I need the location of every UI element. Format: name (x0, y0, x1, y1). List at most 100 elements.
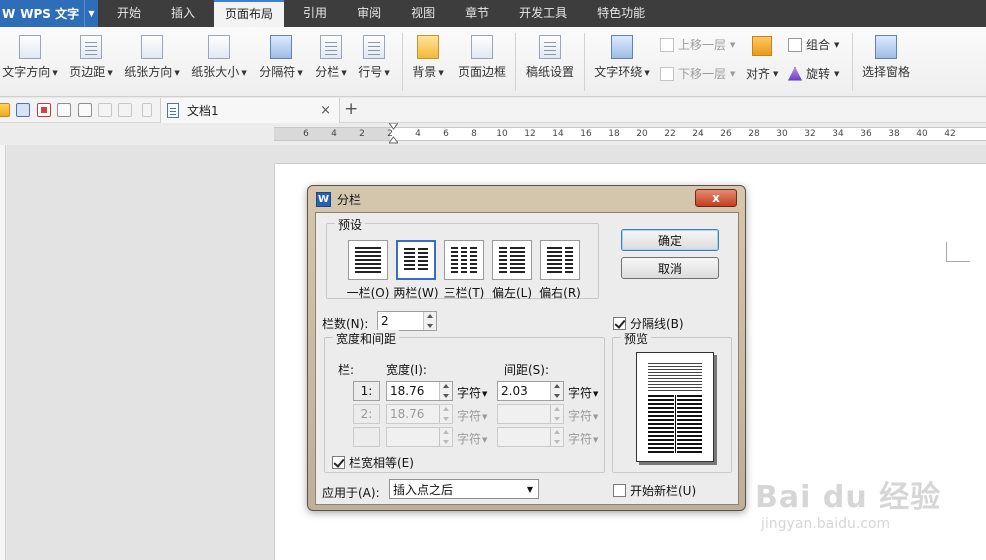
paper-size-button[interactable]: 纸张大小 ▼ (188, 35, 250, 80)
save-icon[interactable] (16, 103, 30, 117)
group-button[interactable]: 组合 ▼ (788, 36, 839, 53)
customize-toolbar-icon[interactable] (142, 103, 152, 117)
column-width-1[interactable]: 18.76 (386, 381, 453, 401)
start-new-column-checkbox[interactable]: 开始新栏(U) (613, 482, 696, 499)
wps-logo-icon: W (316, 191, 331, 207)
apply-to-label: 应用于(A): (322, 486, 380, 500)
print-preview-icon[interactable] (78, 103, 92, 117)
preset-right[interactable] (540, 240, 580, 280)
rotate-icon (788, 66, 802, 81)
text-direction-icon (19, 35, 41, 59)
align-icon (752, 36, 772, 56)
column-count-stepper[interactable]: 2 (377, 311, 437, 331)
close-button[interactable]: x (695, 189, 737, 207)
width-spacing-label: 宽度和间距 (333, 330, 400, 347)
ruler-tick-label: 4 (331, 129, 337, 139)
chevron-down-icon[interactable]: ▼ (522, 480, 538, 498)
spacing-header: 间距(S): (504, 363, 550, 377)
print-icon[interactable] (57, 103, 71, 117)
tab-view[interactable]: 视图 (400, 0, 446, 27)
checkbox-box[interactable] (332, 456, 345, 469)
spacing-unit-1[interactable]: 字符▼ (568, 384, 598, 401)
rotate-button[interactable]: 旋转 ▼ (788, 65, 839, 82)
wrap-text-icon (611, 35, 633, 59)
stepper-arrows-icon[interactable] (423, 312, 436, 330)
apply-to-select[interactable]: 插入点之后 ▼ (389, 479, 539, 499)
new-tab-button[interactable]: + (344, 99, 358, 119)
column-spacing-1[interactable]: 2.03 (497, 381, 564, 401)
text-direction-button[interactable]: 文字方向 ▼ (0, 35, 60, 80)
preset-one-column[interactable] (348, 240, 388, 280)
export-pdf-icon[interactable] (37, 103, 51, 117)
margins-button[interactable]: 页边距 ▼ (64, 35, 118, 80)
preset-left[interactable] (492, 240, 532, 280)
ruler-tick-label: 8 (471, 129, 477, 139)
tab-start[interactable]: 开始 (106, 0, 152, 27)
tab-document[interactable]: 文档1 × (160, 98, 340, 123)
dialog-title-bar[interactable]: W 分栏 x (308, 186, 745, 212)
tab-developer[interactable]: 开发工具 (508, 0, 578, 27)
wrap-text-button[interactable]: 文字环绕 ▼ (592, 35, 652, 80)
columns-button[interactable]: 分栏 ▼ (312, 35, 350, 80)
page-border-button[interactable]: 页面边框 (454, 35, 510, 80)
stepper-arrows-icon[interactable] (439, 382, 452, 400)
close-icon[interactable]: × (320, 103, 331, 118)
ribbon-divider (852, 33, 853, 91)
line-numbers-button[interactable]: 行号 ▼ (355, 35, 393, 80)
tab-page-layout[interactable]: 页面布局 (214, 0, 285, 27)
indent-marker-icon[interactable] (389, 123, 398, 145)
right-column-icon (547, 247, 573, 273)
tab-insert[interactable]: 插入 (160, 0, 206, 27)
ok-button[interactable]: 确定 (621, 229, 719, 251)
ruler-tick-label: 18 (608, 129, 620, 139)
tab-references[interactable]: 引用 (292, 0, 338, 27)
width-unit-2: 字符▼ (457, 409, 488, 423)
ruler-tick-label: 32 (804, 129, 816, 139)
ruler-tick-label: 14 (552, 129, 564, 139)
align-button[interactable] (752, 36, 772, 60)
tab-review[interactable]: 审阅 (346, 0, 392, 27)
send-backward-icon (660, 66, 674, 81)
width-unit-3: 字符▼ (457, 432, 488, 446)
redo-icon[interactable] (118, 103, 132, 117)
align-label-button[interactable]: 对齐 ▼ (746, 65, 778, 82)
preset-three-columns-label: 三栏(T) (443, 286, 485, 300)
tab-sections[interactable]: 章节 (454, 0, 500, 27)
spacing-unit-2: 字符▼ (568, 409, 599, 423)
preset-two-columns[interactable] (396, 240, 436, 280)
document-tab-label: 文档1 (187, 104, 219, 118)
equal-width-checkbox[interactable]: 栏宽相等(E) (332, 454, 414, 471)
breaks-button[interactable]: 分隔符 ▼ (256, 35, 306, 80)
bring-forward-button[interactable]: 上移一层 ▼ (660, 36, 735, 53)
preset-two-columns-label: 两栏(W) (393, 286, 439, 300)
menu-bar: W WPS 文字 ▼ 开始 插入 页面布局 引用 审阅 视图 章节 开发工具 特… (0, 0, 986, 27)
stepper-arrows-icon (550, 405, 563, 423)
checkbox-box[interactable] (613, 317, 626, 330)
width-unit-1[interactable]: 字符▼ (457, 384, 487, 401)
send-backward-button[interactable]: 下移一层 ▼ (660, 65, 735, 82)
bring-forward-icon (660, 37, 674, 52)
page-corner-mark (946, 242, 970, 262)
background-button[interactable]: 背景 ▼ (408, 35, 448, 80)
stepper-arrows-icon[interactable] (550, 382, 563, 400)
tab-special[interactable]: 特色功能 (586, 0, 656, 27)
undo-icon[interactable] (98, 103, 112, 117)
column-spacing-2 (497, 404, 564, 424)
checkbox-box[interactable] (613, 484, 626, 497)
selection-pane-button[interactable]: 选择窗格 (858, 35, 914, 80)
ribbon-divider (584, 33, 585, 91)
app-menu-button[interactable]: W WPS 文字 ▼ (0, 0, 98, 27)
spacing-unit-3: 字符▼ (568, 432, 599, 446)
ruler-tick-label: 36 (860, 129, 872, 139)
preset-three-columns[interactable] (444, 240, 484, 280)
watermark-url: jingyan.baidu.com (761, 516, 891, 532)
open-folder-icon[interactable] (0, 103, 10, 117)
manuscript-button[interactable]: 稿纸设置 (522, 35, 578, 80)
chevron-down-icon[interactable]: ▼ (84, 0, 98, 27)
breaks-icon (270, 35, 292, 59)
orientation-button[interactable]: 纸张方向 ▼ (121, 35, 183, 80)
cancel-button[interactable]: 取消 (621, 257, 719, 279)
ruler-tick-label: 20 (636, 129, 648, 139)
left-column-icon (499, 247, 525, 273)
ruler-tick-label: 2 (359, 129, 365, 139)
